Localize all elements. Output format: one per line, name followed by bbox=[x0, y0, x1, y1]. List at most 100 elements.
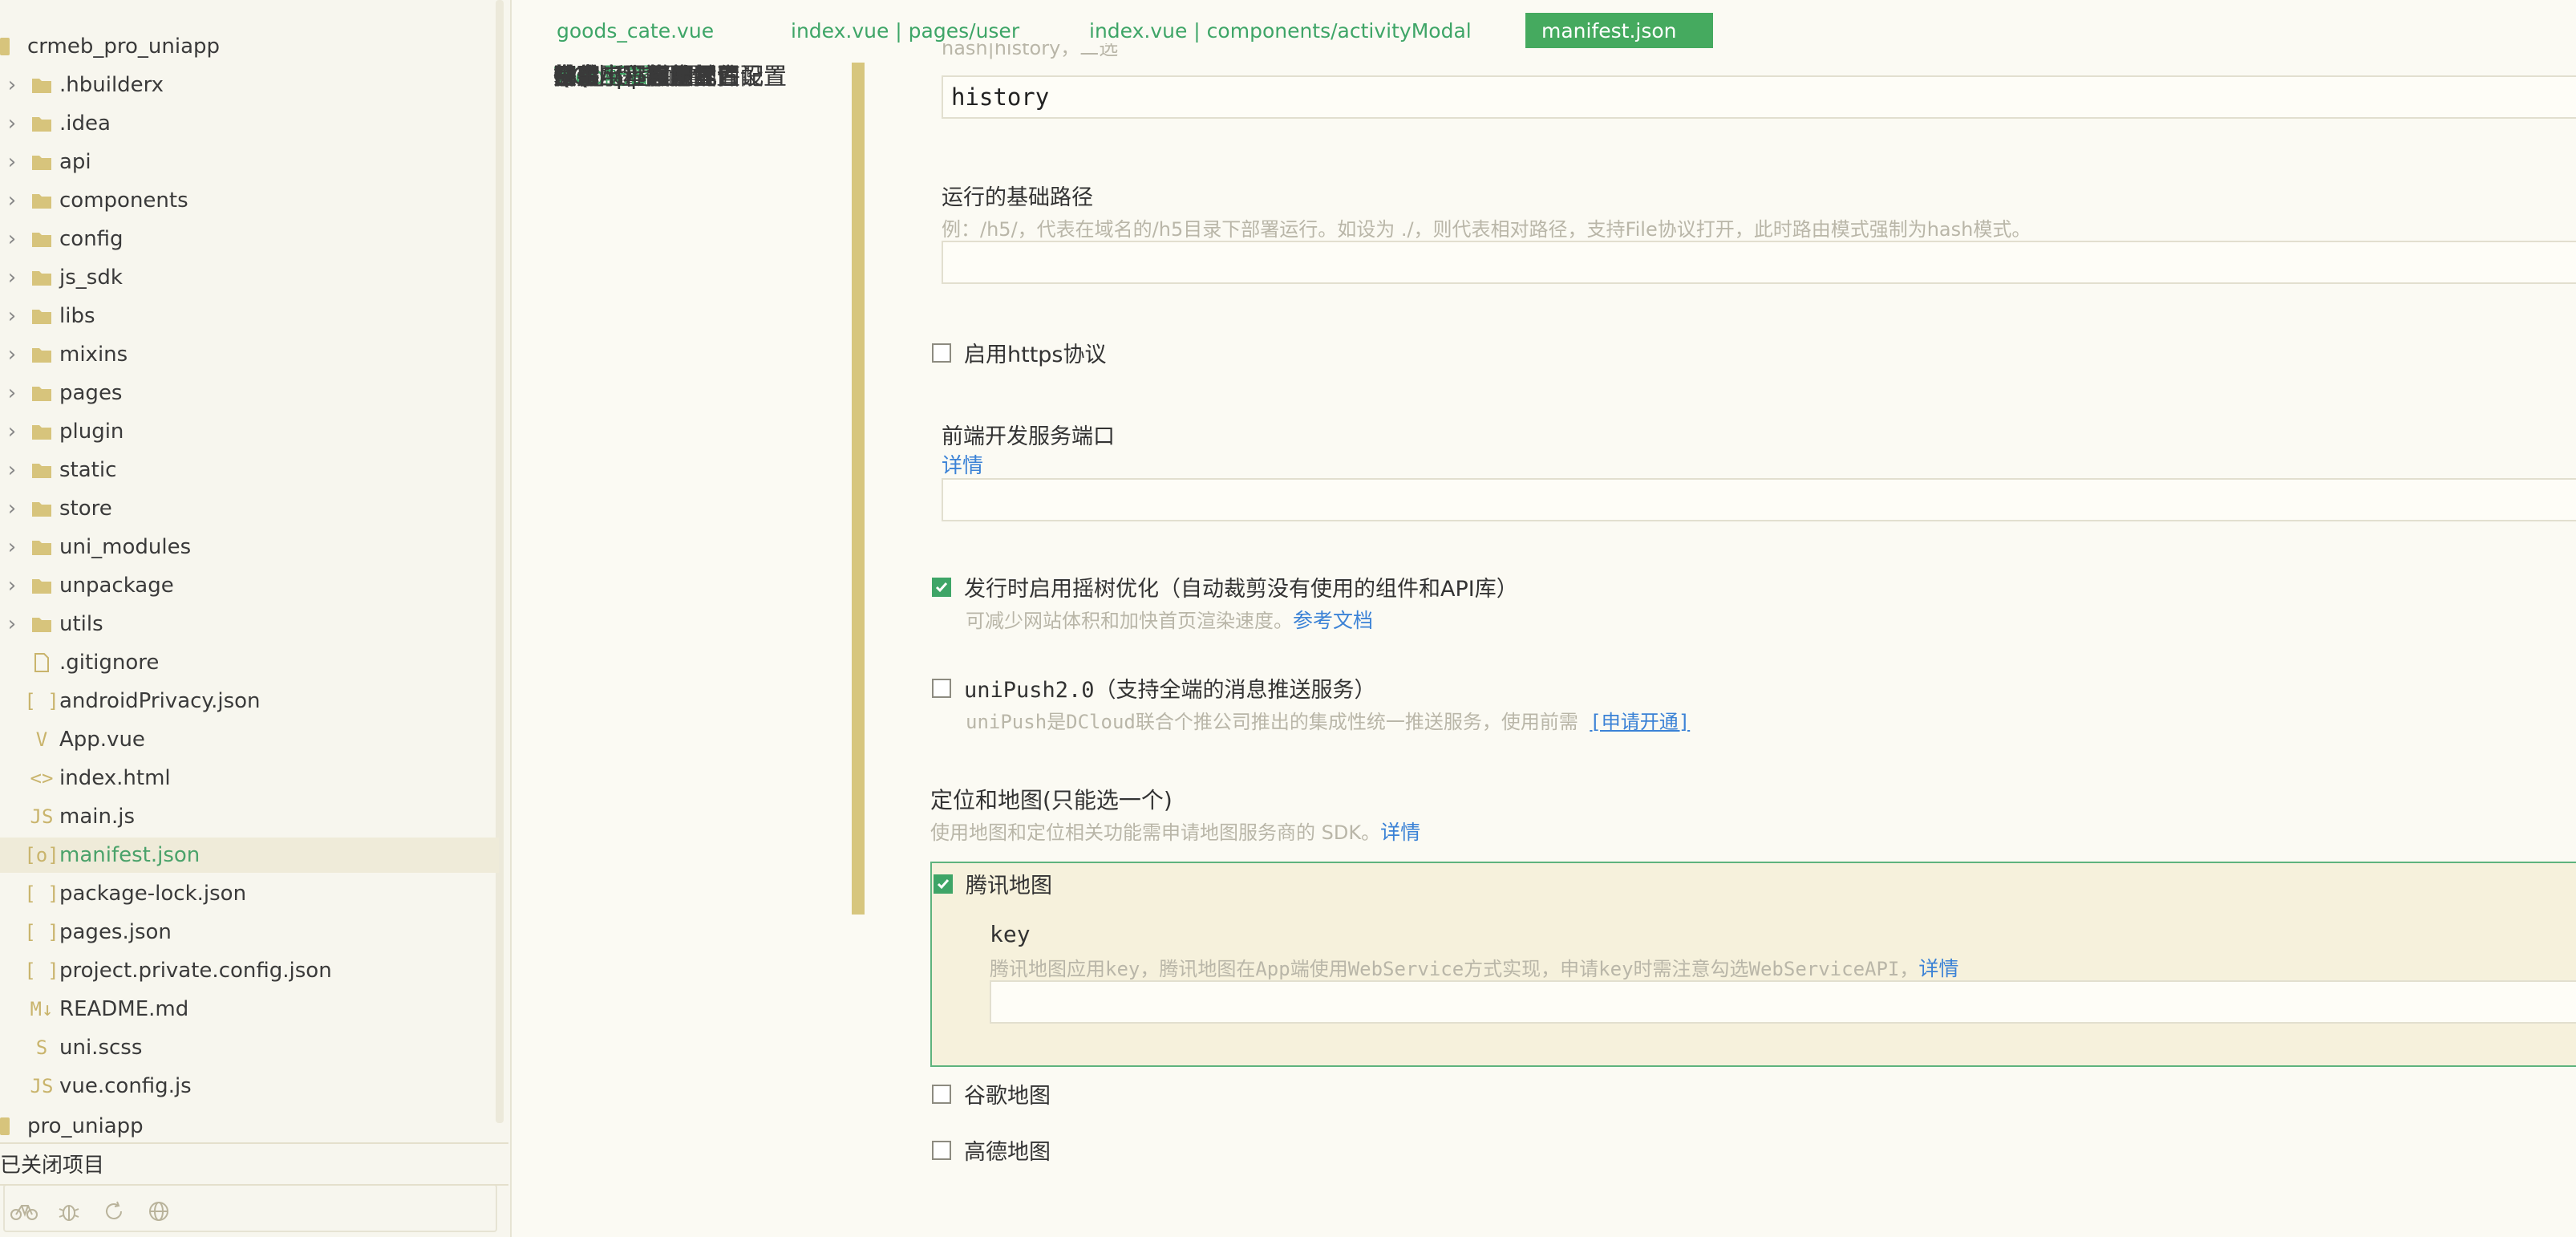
markdown-icon: M↓ bbox=[30, 998, 54, 1020]
folder-item[interactable]: › plugin bbox=[0, 414, 499, 449]
file-item[interactable]: [ ] project.private.config.json bbox=[0, 953, 499, 988]
google-map-checkbox[interactable] bbox=[932, 1084, 951, 1104]
tencent-map-key-input[interactable] bbox=[990, 980, 2576, 1024]
folder-item[interactable]: › config bbox=[0, 221, 499, 257]
chevron-right-icon[interactable]: › bbox=[0, 227, 24, 251]
https-checkbox[interactable] bbox=[932, 343, 951, 363]
port-detail-link[interactable]: 详情 bbox=[942, 449, 983, 479]
key-detail-link[interactable]: 详情 bbox=[1918, 957, 1958, 980]
chevron-right-icon[interactable]: › bbox=[0, 381, 24, 405]
chevron-right-icon[interactable]: › bbox=[0, 535, 24, 559]
file-label: manifest.json bbox=[59, 843, 200, 867]
folder-icon bbox=[24, 423, 59, 440]
folder-item[interactable]: › .idea bbox=[0, 106, 499, 141]
sidebar-toolbar bbox=[0, 1184, 508, 1237]
html-icon: <> bbox=[30, 767, 54, 789]
chevron-right-icon[interactable]: › bbox=[0, 574, 24, 598]
amap-label: 高德地图 bbox=[964, 1140, 1051, 1165]
treeshake-option[interactable]: 发行时启用摇树优化（自动裁剪没有使用的组件和API库） bbox=[932, 571, 1518, 602]
chevron-right-icon[interactable]: › bbox=[0, 112, 24, 136]
folder-icon bbox=[24, 346, 59, 363]
chevron-right-icon[interactable]: › bbox=[0, 304, 24, 328]
folder-item[interactable]: › store bbox=[0, 491, 499, 526]
treeshake-checkbox[interactable] bbox=[932, 577, 951, 597]
chevron-right-icon[interactable]: › bbox=[0, 458, 24, 482]
folder-item[interactable]: › components bbox=[0, 183, 499, 218]
treeshake-label: 发行时启用摇树优化（自动裁剪没有使用的组件和API库） bbox=[964, 577, 1518, 602]
chevron-right-icon[interactable]: › bbox=[0, 497, 24, 521]
project-root-icon bbox=[0, 1117, 10, 1135]
chevron-right-icon[interactable]: › bbox=[0, 150, 24, 174]
project-root[interactable]: crmeb_pro_uniapp bbox=[0, 30, 220, 63]
port-input[interactable] bbox=[942, 478, 2576, 521]
editor-tab-bar: goods_cate.vue index.vue | pages/user in… bbox=[513, 0, 2576, 58]
unipush-checkbox[interactable] bbox=[932, 678, 951, 698]
js-icon: JS bbox=[30, 1075, 54, 1097]
bicycle-icon[interactable] bbox=[3, 1195, 45, 1227]
key-label: key bbox=[990, 921, 1031, 947]
file-item[interactable]: Suni.scss bbox=[0, 1030, 499, 1065]
folder-label: static bbox=[59, 458, 117, 482]
closed-projects[interactable]: 已关闭项目 bbox=[0, 1142, 508, 1182]
folder-item[interactable]: › .hbuilderx bbox=[0, 67, 499, 103]
file-item[interactable]: <> index.html bbox=[0, 760, 499, 796]
folder-item[interactable]: › utils bbox=[0, 606, 499, 642]
tab-manifest[interactable]: manifest.json bbox=[1525, 13, 1713, 48]
google-map-option[interactable]: 谷歌地图 bbox=[932, 1078, 1051, 1109]
folder-item[interactable]: › pages bbox=[0, 375, 499, 411]
folder-label: .hbuilderx bbox=[59, 73, 164, 97]
js-icon: JS bbox=[30, 805, 54, 828]
chevron-right-icon[interactable]: › bbox=[0, 343, 24, 367]
folder-item[interactable]: › uni_modules bbox=[0, 529, 499, 565]
folder-item[interactable]: › static bbox=[0, 452, 499, 488]
file-item[interactable]: [o] manifest.json bbox=[0, 838, 499, 873]
chevron-right-icon[interactable]: › bbox=[0, 612, 24, 636]
file-item[interactable]: JS vue.config.js bbox=[0, 1069, 499, 1104]
unipush-option[interactable]: uniPush2.0（支持全端的消息推送服务） bbox=[932, 672, 1376, 704]
amap-checkbox[interactable] bbox=[932, 1140, 951, 1160]
chevron-right-icon[interactable]: › bbox=[0, 189, 24, 213]
base-path-label: 运行的基础路径 bbox=[942, 185, 1093, 210]
refresh-icon[interactable] bbox=[93, 1195, 135, 1227]
file-item[interactable]: V App.vue bbox=[0, 722, 499, 757]
map-section-title: 定位和地图(只能选一个) bbox=[930, 787, 1173, 813]
config-nav-scrollbar[interactable] bbox=[852, 63, 865, 915]
folder-item[interactable]: › js_sdk bbox=[0, 260, 499, 295]
tencent-map-checkbox[interactable] bbox=[934, 874, 953, 894]
folder-label: config bbox=[59, 227, 124, 251]
tab-index-activity-modal[interactable]: index.vue | components/activityModal bbox=[1089, 13, 1472, 48]
file-item[interactable]: [ ] androidPrivacy.json bbox=[0, 683, 499, 719]
config-nav-item[interactable]: 京东小程序配置 bbox=[553, 58, 716, 91]
tab-goods-cate[interactable]: goods_cate.vue bbox=[557, 13, 714, 48]
tencent-map-option[interactable]: 腾讯地图 bbox=[934, 868, 1052, 899]
amap-option[interactable]: 高德地图 bbox=[932, 1134, 1051, 1166]
treeshake-doc-link[interactable]: 参考文档 bbox=[1293, 609, 1373, 632]
file-item[interactable]: .gitignore bbox=[0, 645, 499, 680]
check-icon bbox=[937, 878, 950, 889]
map-detail-link[interactable]: 详情 bbox=[1380, 821, 1420, 844]
chevron-right-icon[interactable]: › bbox=[0, 73, 24, 97]
file-item[interactable]: [ ] pages.json bbox=[0, 915, 499, 950]
file-item[interactable]: M↓ README.md bbox=[0, 992, 499, 1027]
router-mode-input[interactable]: history bbox=[942, 75, 2576, 119]
bug-icon[interactable] bbox=[48, 1195, 90, 1227]
folder-label: pages bbox=[59, 381, 123, 405]
file-item[interactable]: JS main.js bbox=[0, 799, 499, 834]
second-project[interactable]: pro_uniapp bbox=[0, 1110, 144, 1142]
base-path-input[interactable] bbox=[942, 241, 2576, 284]
second-project-name: pro_uniapp bbox=[27, 1114, 144, 1138]
folder-icon bbox=[24, 76, 59, 94]
folder-item[interactable]: › libs bbox=[0, 298, 499, 334]
file-item[interactable]: [ ] package-lock.json bbox=[0, 876, 499, 911]
chevron-right-icon[interactable]: › bbox=[0, 266, 24, 290]
folder-item[interactable]: › unpackage bbox=[0, 568, 499, 603]
folder-item[interactable]: › mixins bbox=[0, 337, 499, 372]
chevron-right-icon[interactable]: › bbox=[0, 420, 24, 444]
check-icon bbox=[935, 582, 948, 592]
globe-icon[interactable] bbox=[138, 1195, 180, 1227]
file-label: uni.scss bbox=[59, 1036, 143, 1060]
unipush-apply-link[interactable]: [申请开通] bbox=[1590, 711, 1690, 733]
folder-item[interactable]: › api bbox=[0, 144, 499, 180]
folder-icon bbox=[24, 192, 59, 209]
https-option[interactable]: 启用https协议 bbox=[932, 337, 1107, 368]
